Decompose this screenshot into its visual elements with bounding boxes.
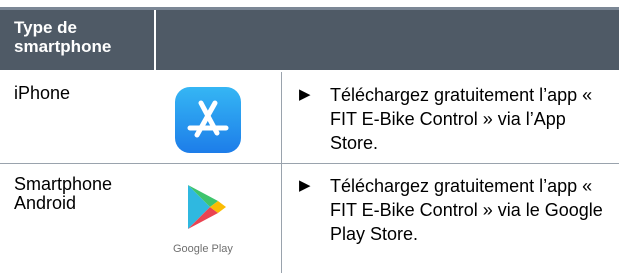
row-type-label: Smartphone Android bbox=[14, 174, 113, 213]
row-type-label: iPhone bbox=[14, 83, 71, 103]
column-divider bbox=[281, 164, 282, 273]
row-instruction: Téléchargez gratuitement l’app « FIT E-B… bbox=[330, 85, 593, 153]
smartphone-type-table: Type de smartphone iPhone ▶ Téléchargez … bbox=[0, 0, 619, 273]
row-instruction: Téléchargez gratuitement l’app « FIT E-B… bbox=[330, 176, 603, 244]
app-store-icon bbox=[175, 87, 241, 153]
google-play-caption: Google Play bbox=[173, 243, 233, 255]
header-cell-instructions bbox=[158, 10, 619, 70]
header-cell-type: Type de smartphone bbox=[0, 10, 156, 70]
header-type-heading: Type de smartphone bbox=[14, 18, 112, 56]
column-divider bbox=[281, 72, 282, 163]
bullet-arrow-icon: ▶ bbox=[299, 86, 311, 103]
table-row-iphone: iPhone ▶ Téléchargez gratuitement l’app … bbox=[0, 72, 619, 163]
table-header-row: Type de smartphone bbox=[0, 10, 619, 70]
google-play-icon: Google Play bbox=[173, 183, 253, 265]
table-row-android: Smartphone Android Google Play ▶ Télécha… bbox=[0, 163, 619, 273]
bullet-arrow-icon: ▶ bbox=[299, 177, 311, 194]
